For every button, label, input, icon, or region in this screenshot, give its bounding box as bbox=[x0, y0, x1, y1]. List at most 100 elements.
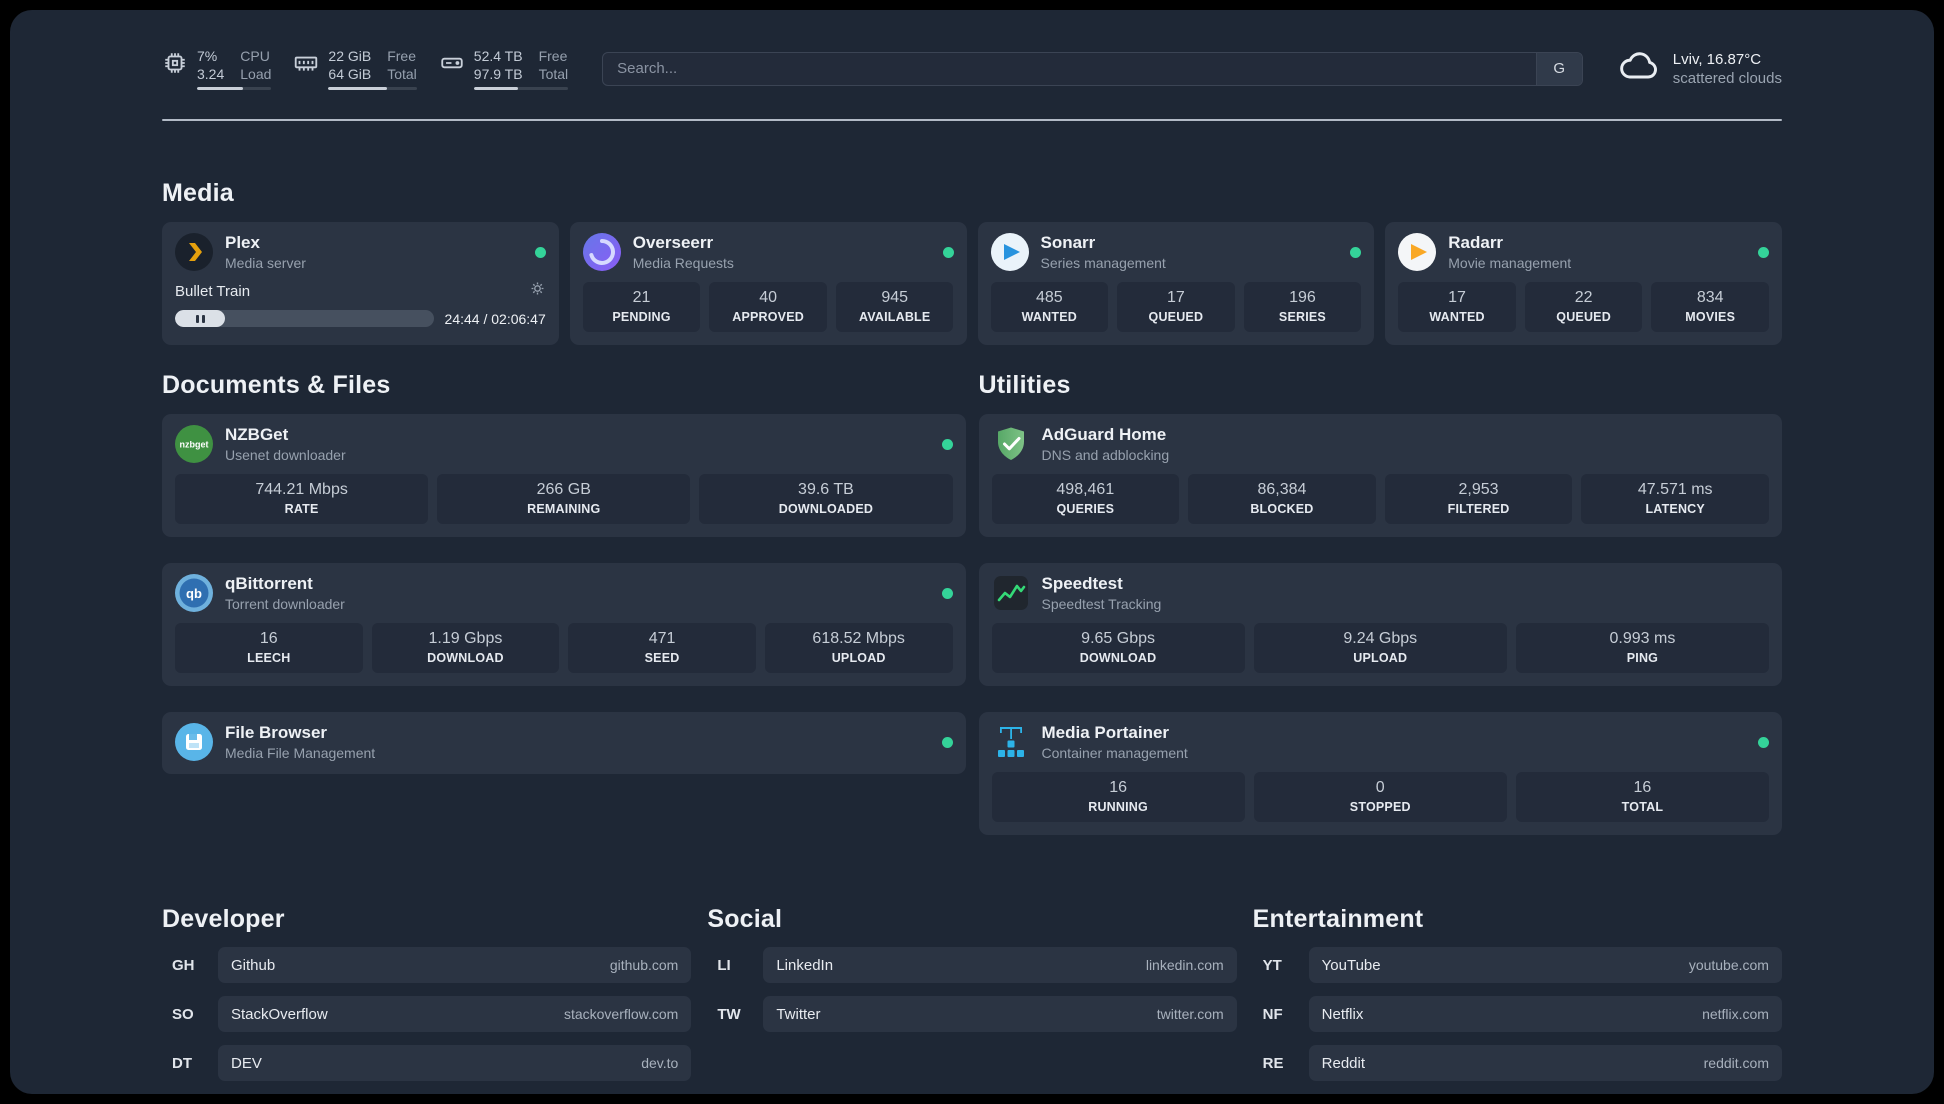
bookmark-abbr: RE bbox=[1262, 1054, 1284, 1072]
stat-seed: 471 SEED bbox=[568, 623, 756, 673]
playback-progress-bar[interactable] bbox=[175, 310, 434, 327]
section-title-social: Social bbox=[707, 905, 783, 933]
search-provider-button[interactable]: G bbox=[1535, 52, 1582, 85]
bookmark-name: StackOverflow bbox=[231, 1005, 328, 1023]
card-qbittorrent[interactable]: qb qBittorrent Torrent downloader 16 LEE… bbox=[162, 563, 966, 686]
stat-queries: 498,461 QUERIES bbox=[991, 474, 1180, 524]
bookmark-domain: youtube.com bbox=[1688, 957, 1769, 973]
stat-queued: 17 QUEUED bbox=[1117, 282, 1235, 332]
search-input[interactable] bbox=[603, 52, 1536, 85]
bookmark-domain: netflix.com bbox=[1702, 1006, 1769, 1022]
bookmark-linkedin[interactable]: LI LinkedIn linkedin.com bbox=[707, 947, 1237, 983]
status-dot bbox=[534, 246, 546, 258]
pause-icon bbox=[195, 314, 199, 323]
bookmark-twitter[interactable]: TW Twitter twitter.com bbox=[707, 996, 1237, 1032]
service-name: AdGuard Home bbox=[1041, 425, 1167, 445]
card-plex[interactable]: Plex Media server Bullet Train 24:44 / 0… bbox=[162, 222, 559, 345]
cpu-usage: 7% bbox=[197, 47, 218, 64]
status-dot bbox=[941, 438, 953, 450]
filebrowser-icon bbox=[175, 723, 213, 761]
bookmark-name: Netflix bbox=[1321, 1005, 1364, 1023]
bookmark-netflix[interactable]: NF Netflix netflix.com bbox=[1253, 996, 1782, 1032]
service-desc: Media server bbox=[225, 254, 306, 271]
svg-text:qb: qb bbox=[186, 586, 202, 601]
cpu-widget: 7% 3.24 CPU Load bbox=[162, 47, 272, 91]
cpu-bar bbox=[197, 87, 272, 91]
radarr-icon bbox=[1398, 233, 1437, 271]
section-title-media: Media bbox=[162, 179, 234, 207]
service-desc: Torrent downloader bbox=[225, 595, 345, 612]
section-documents: Documents & Files nzbget NZBGet Usenet d… bbox=[162, 371, 966, 774]
bookmark-abbr: YT bbox=[1262, 956, 1282, 974]
bookmark-domain: reddit.com bbox=[1703, 1055, 1769, 1071]
bookmark-name: Reddit bbox=[1321, 1054, 1366, 1072]
stat-download: 1.19 Gbps DOWNLOAD bbox=[371, 623, 560, 673]
section-developer: Developer GH Github github.com SO StackO… bbox=[162, 905, 692, 1081]
card-adguard[interactable]: AdGuard Home DNS and adblocking 498,461 … bbox=[978, 414, 1782, 537]
bookmark-stackoverflow[interactable]: SO StackOverflow stackoverflow.com bbox=[162, 996, 692, 1032]
service-desc: Series management bbox=[1040, 254, 1166, 271]
stat-wanted: 17 WANTED bbox=[1398, 282, 1516, 332]
memory-bar bbox=[328, 87, 417, 91]
section-social: Social LI LinkedIn linkedin.com TW Twitt… bbox=[707, 905, 1237, 1081]
stat-upload: 618.52 Mbps UPLOAD bbox=[764, 623, 953, 673]
stat-queued: 22 QUEUED bbox=[1524, 282, 1643, 332]
plex-now-playing: Bullet Train 24:44 / 02:06:47 bbox=[175, 280, 546, 327]
status-dot bbox=[942, 246, 954, 258]
disk-free: 52.4 TB bbox=[473, 47, 523, 64]
bookmark-dev[interactable]: DT DEV dev.to bbox=[162, 1045, 692, 1081]
card-nzbget[interactable]: nzbget NZBGet Usenet downloader 744.21 M… bbox=[162, 414, 966, 537]
section-title-entertainment: Entertainment bbox=[1252, 905, 1424, 933]
stat-latency: 47.571 ms LATENCY bbox=[1581, 474, 1769, 524]
stat-pending: 21 PENDING bbox=[582, 282, 701, 332]
bookmark-youtube[interactable]: YT YouTube youtube.com bbox=[1253, 947, 1782, 983]
status-dot bbox=[1758, 246, 1769, 258]
card-filebrowser[interactable]: File Browser Media File Management bbox=[162, 712, 966, 774]
disk-icon bbox=[439, 50, 465, 81]
service-name: qBittorrent bbox=[225, 574, 313, 594]
overseerr-icon bbox=[582, 233, 621, 271]
service-desc: Movie management bbox=[1448, 254, 1572, 271]
bookmark-name: DEV bbox=[231, 1054, 262, 1072]
stat-blocked: 86,384 BLOCKED bbox=[1188, 474, 1376, 524]
stat-remaining: 266 GB REMAINING bbox=[437, 474, 691, 524]
section-utilities: Utilities AdGuard Home DNS and adblockin… bbox=[978, 371, 1782, 835]
bookmark-domain: github.com bbox=[609, 957, 679, 973]
bookmark-abbr: TW bbox=[717, 1005, 741, 1023]
disk-total: 97.9 TB bbox=[473, 66, 523, 82]
card-speedtest[interactable]: Speedtest Speedtest Tracking 9.65 Gbps D… bbox=[978, 563, 1782, 686]
playback-time: 24:44 / 02:06:47 bbox=[444, 310, 546, 327]
card-sonarr[interactable]: Sonarr Series management 485 WANTED 17 Q… bbox=[977, 222, 1375, 345]
stat-wanted: 485 WANTED bbox=[990, 282, 1109, 332]
bookmark-name: LinkedIn bbox=[776, 956, 834, 974]
speedtest-icon bbox=[992, 574, 1030, 612]
stat-total: 16 TOTAL bbox=[1515, 772, 1770, 822]
card-overseerr[interactable]: Overseerr Media Requests 21 PENDING 40 A… bbox=[569, 222, 967, 345]
service-desc: Container management bbox=[1041, 744, 1188, 761]
bookmark-reddit[interactable]: RE Reddit reddit.com bbox=[1253, 1045, 1782, 1081]
bookmark-domain: stackoverflow.com bbox=[563, 1006, 679, 1022]
bookmark-abbr: SO bbox=[172, 1005, 194, 1023]
card-radarr[interactable]: Radarr Movie management 17 WANTED 22 QUE… bbox=[1385, 222, 1782, 345]
stat-movies: 834 MOVIES bbox=[1651, 282, 1769, 332]
bookmark-name: Github bbox=[231, 956, 276, 974]
cpu-icon bbox=[162, 50, 188, 81]
stat-upload: 9.24 Gbps UPLOAD bbox=[1253, 623, 1507, 673]
card-portainer[interactable]: Media Portainer Container management 16 … bbox=[978, 712, 1782, 835]
cpu-load-label: Load bbox=[240, 66, 272, 82]
service-name: File Browser bbox=[225, 723, 328, 743]
bookmark-abbr: LI bbox=[717, 956, 731, 974]
memory-icon bbox=[293, 50, 319, 81]
settings-icon[interactable] bbox=[529, 280, 546, 302]
bookmark-github[interactable]: GH Github github.com bbox=[162, 947, 692, 983]
qbittorrent-icon: qb bbox=[175, 574, 213, 612]
stat-series: 196 SERIES bbox=[1243, 282, 1362, 332]
cpu-label: CPU bbox=[240, 47, 270, 64]
nzbget-icon: nzbget bbox=[175, 425, 213, 463]
bookmark-abbr: GH bbox=[172, 956, 195, 974]
svg-text:nzbget: nzbget bbox=[180, 440, 209, 450]
status-dot bbox=[941, 736, 953, 748]
pause-button[interactable] bbox=[175, 310, 226, 327]
section-title-developer: Developer bbox=[162, 905, 285, 933]
stat-downloaded: 39.6 TB DOWNLOADED bbox=[699, 474, 953, 524]
